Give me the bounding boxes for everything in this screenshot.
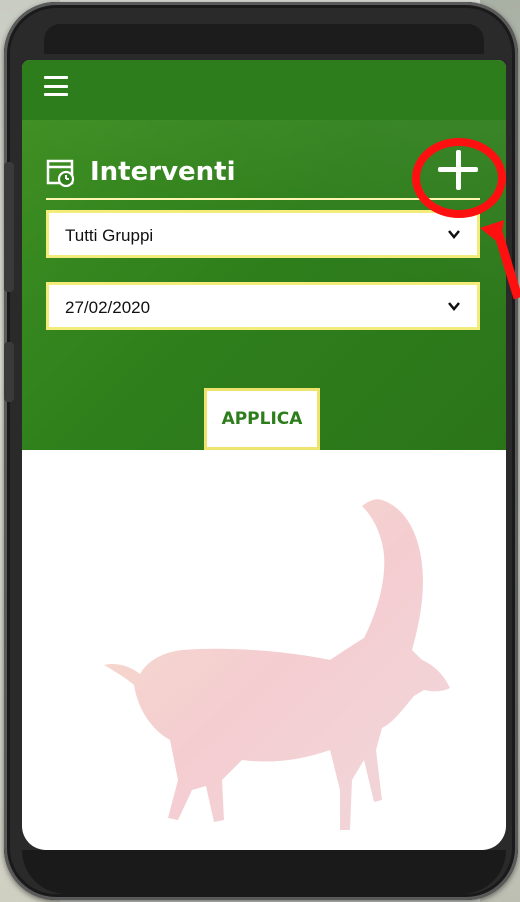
- title-divider: [46, 198, 480, 200]
- annotation-arrow-icon: [480, 220, 520, 300]
- group-select-value: Tutti Gruppi: [65, 226, 154, 245]
- hamburger-menu-icon[interactable]: [44, 76, 68, 96]
- phone-top-bezel: [44, 24, 484, 54]
- page-title: Interventi: [90, 157, 236, 187]
- phone-side-button: [4, 162, 14, 292]
- annotation-highlight-circle: [412, 138, 506, 218]
- apply-button[interactable]: APPLICA: [204, 388, 320, 450]
- calendar-clock-icon: [46, 159, 75, 187]
- group-select[interactable]: Tutti Gruppi: [46, 210, 480, 258]
- date-select[interactable]: 27/02/2020: [46, 282, 480, 330]
- date-select-value: 27/02/2020: [65, 298, 151, 317]
- app-bar: [22, 60, 506, 120]
- phone-side-button: [4, 342, 14, 402]
- ibex-illustration: [104, 499, 450, 830]
- phone-bottom-bezel: [22, 850, 506, 894]
- chevron-down-icon: [448, 302, 460, 311]
- chevron-down-icon: [448, 230, 460, 239]
